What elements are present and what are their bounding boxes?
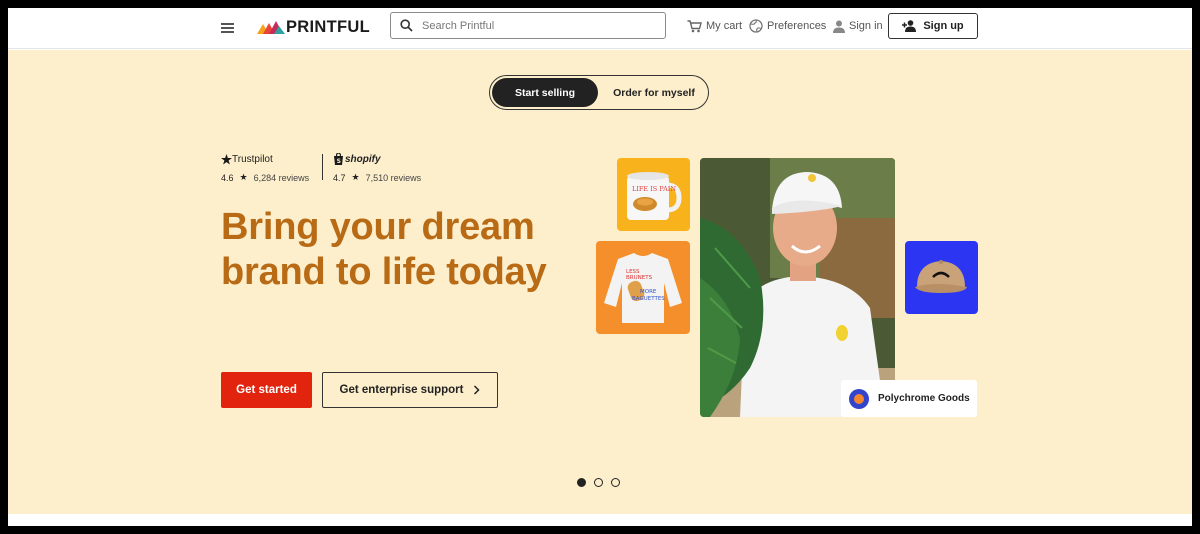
svg-text:S: S	[337, 158, 341, 165]
svg-text:BAGUETTES: BAGUETTES	[632, 296, 665, 302]
shopify-rating[interactable]: S shopify 4.7 ★ 7,510 reviews	[333, 152, 421, 183]
search-box[interactable]	[390, 12, 666, 39]
cart-icon	[687, 19, 702, 32]
trustpilot-rating[interactable]: Trustpilot 4.6 ★ 6,284 reviews	[221, 152, 309, 183]
svg-text:BRUNETS: BRUNETS	[626, 275, 653, 281]
hero-headline: Bring your dream brand to life today	[221, 206, 547, 293]
brand-badge-label: Polychrome Goods	[878, 393, 970, 404]
signin-label: Sign in	[849, 20, 883, 32]
trustpilot-brand: Trustpilot	[232, 153, 273, 165]
logo-text: PRINTFUL	[286, 17, 370, 36]
cart-link[interactable]: My cart	[687, 18, 742, 34]
get-started-button[interactable]: Get started	[221, 372, 312, 408]
star-icon	[221, 153, 232, 165]
brand-logo-icon	[849, 388, 869, 409]
person-add-icon	[902, 20, 917, 32]
logo-mark-icon	[257, 21, 285, 34]
sweatshirt-product-image: LESS BRUNETS MORE BAGUETTES	[596, 241, 690, 334]
globe-icon	[749, 19, 763, 33]
enterprise-support-label: Get enterprise support	[339, 384, 464, 396]
signin-link[interactable]: Sign in	[833, 18, 883, 34]
printful-logo[interactable]: PRINTFUL	[257, 17, 370, 37]
star-icon: ★	[239, 172, 248, 182]
shopify-reviews: 7,510 reviews	[365, 172, 422, 183]
brand-badge: Polychrome Goods	[841, 380, 977, 417]
tab-start-selling[interactable]: Start selling	[492, 78, 598, 107]
svg-text:MORE: MORE	[640, 289, 657, 295]
star-icon: ★	[351, 172, 360, 182]
carousel-dot-2[interactable]	[594, 478, 603, 487]
signup-label: Sign up	[923, 20, 964, 32]
tab-order-for-myself[interactable]: Order for myself	[602, 78, 706, 107]
search-icon	[400, 19, 413, 32]
carousel-dots	[577, 478, 628, 487]
cart-label: My cart	[706, 20, 743, 32]
person-icon	[833, 20, 845, 33]
hero-section: Start selling Order for myself Trustpilo…	[8, 50, 1192, 514]
preferences-link[interactable]: Preferences	[749, 18, 826, 34]
site-header: PRINTFUL My cart Preferences	[8, 8, 1192, 49]
menu-icon[interactable]	[220, 21, 236, 35]
audience-toggle: Start selling Order for myself	[489, 75, 709, 110]
shopify-brand: shopify	[345, 153, 381, 165]
shopify-score: 4.7	[333, 172, 346, 183]
carousel-dot-3[interactable]	[611, 478, 620, 487]
shopify-bag-icon: S	[334, 153, 343, 165]
carousel-dot-1[interactable]	[577, 478, 586, 487]
preferences-label: Preferences	[767, 20, 827, 32]
signup-button[interactable]: Sign up	[888, 13, 978, 39]
hat-product-image	[905, 241, 978, 314]
rating-divider	[322, 154, 323, 180]
trustpilot-reviews: 6,284 reviews	[253, 172, 310, 183]
svg-text:LIFE IS PAIN: LIFE IS PAIN	[632, 185, 676, 193]
mug-product-image: LIFE IS PAIN	[617, 158, 690, 231]
browser-viewport: PRINTFUL My cart Preferences	[8, 8, 1192, 526]
chevron-right-icon	[474, 385, 481, 395]
enterprise-support-button[interactable]: Get enterprise support	[322, 372, 498, 408]
search-input[interactable]	[422, 19, 652, 32]
model-photo	[700, 158, 895, 417]
trustpilot-score: 4.6	[221, 172, 234, 183]
